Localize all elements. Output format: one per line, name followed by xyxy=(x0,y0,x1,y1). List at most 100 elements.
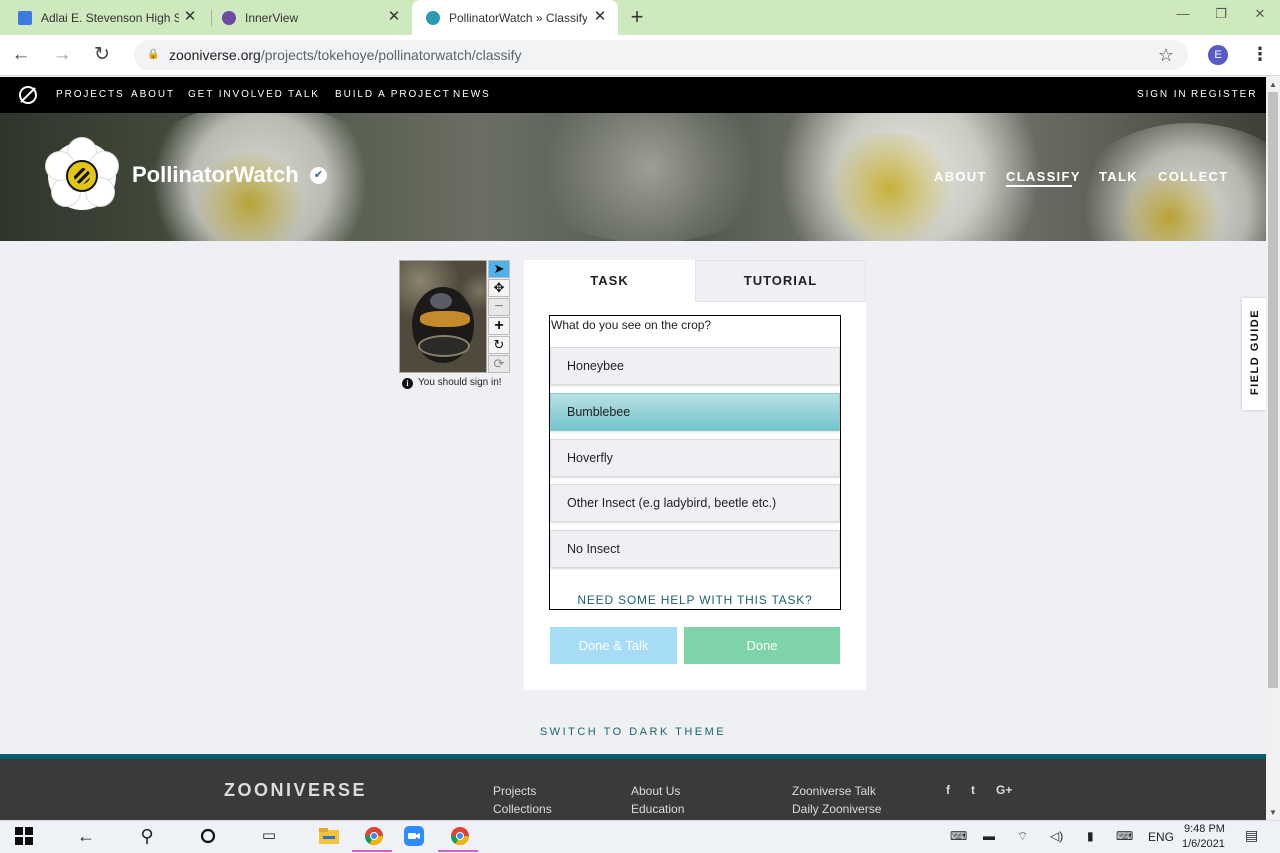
facebook-icon[interactable]: f xyxy=(946,783,950,797)
calendar-favicon-icon xyxy=(18,10,32,25)
scrollbar-thumb[interactable] xyxy=(1268,92,1278,688)
address-bar[interactable]: 🔒 zooniverse.org/projects/tokehoye/polli… xyxy=(134,40,1188,70)
profile-avatar[interactable]: E xyxy=(1208,45,1228,65)
battery-icon[interactable]: ▬ xyxy=(983,829,995,843)
scroll-up-icon[interactable]: ▲ xyxy=(1266,78,1280,92)
switch-dark-theme-link[interactable]: SWITCH TO DARK THEME xyxy=(0,726,1266,738)
answer-hoverfly[interactable]: Hoverfly xyxy=(550,439,840,477)
footer-link-about-us[interactable]: About Us xyxy=(631,784,680,798)
microphone-icon[interactable]: ▮ xyxy=(1087,829,1094,843)
close-window-button[interactable]: ✕ xyxy=(1245,4,1275,24)
answer-bumblebee[interactable]: Bumblebee xyxy=(550,393,840,431)
nav-news[interactable]: NEWS xyxy=(453,89,491,100)
zooniverse-favicon-icon xyxy=(426,10,440,25)
zooniverse-logo-icon[interactable] xyxy=(19,86,37,104)
project-nav-classify[interactable]: CLASSIFY xyxy=(1006,169,1081,184)
project-nav-talk[interactable]: TALK xyxy=(1099,169,1138,184)
done-button[interactable]: Done xyxy=(684,627,840,664)
task-view-icon[interactable]: ▭ xyxy=(257,822,281,850)
task-help-link[interactable]: NEED SOME HELP WITH THIS TASK? xyxy=(550,593,840,607)
move-tool-icon[interactable]: ✥ xyxy=(488,279,510,297)
sign-in-note-text: You should sign in! xyxy=(418,377,502,388)
footer-link-education[interactable]: Education xyxy=(631,802,684,816)
volume-icon[interactable]: ◁) xyxy=(1050,829,1063,843)
back-button[interactable]: ← xyxy=(9,44,33,66)
taskbar-back-icon[interactable]: ← xyxy=(74,822,98,850)
zoom-out-icon[interactable]: − xyxy=(488,298,510,316)
clock-time[interactable]: 9:48 PM xyxy=(1184,823,1225,835)
new-tab-button[interactable]: + xyxy=(627,6,647,28)
tab-title: Adlai E. Stevenson High School xyxy=(41,10,179,25)
rotate-icon[interactable]: ↻ xyxy=(488,336,510,354)
footer-logo[interactable]: ZOONIVERSE xyxy=(224,780,367,801)
tab-title: PollinatorWatch » Classify — Z xyxy=(449,10,587,25)
notifications-icon[interactable]: ▤ xyxy=(1245,827,1258,844)
field-guide-tab[interactable]: FIELD GUIDE xyxy=(1242,298,1266,410)
nav-build-a-project[interactable]: BUILD A PROJECT xyxy=(335,89,451,100)
zoom-in-icon[interactable]: + xyxy=(488,317,510,335)
sign-in-link[interactable]: SIGN IN xyxy=(1137,89,1188,100)
task-question: What do you see on the crop? xyxy=(551,318,712,332)
browser-tab-pollinatorwatch[interactable]: PollinatorWatch » Classify — Z ✕ xyxy=(412,0,618,35)
meet-now-icon[interactable]: ⌨ xyxy=(950,829,967,843)
bookmark-star-icon[interactable]: ☆ xyxy=(1158,46,1174,64)
scroll-down-icon[interactable]: ▼ xyxy=(1266,806,1280,820)
twitter-icon[interactable]: t xyxy=(971,783,975,797)
language-indicator[interactable]: ENG xyxy=(1148,830,1174,844)
close-tab-icon[interactable]: ✕ xyxy=(182,9,198,25)
answer-honeybee[interactable]: Honeybee xyxy=(550,347,840,385)
footer-link-daily[interactable]: Daily Zooniverse xyxy=(792,802,881,816)
footer-link-collections[interactable]: Collections xyxy=(493,802,552,816)
close-tab-icon[interactable]: ✕ xyxy=(592,9,608,25)
subject-image[interactable] xyxy=(399,260,487,373)
minimize-window-button[interactable]: — xyxy=(1168,4,1198,24)
nav-get-involved[interactable]: GET INVOLVED xyxy=(188,89,284,100)
clock-date[interactable]: 1/6/2021 xyxy=(1182,838,1225,850)
pointer-tool-icon[interactable]: ➤ xyxy=(488,260,510,278)
footer-link-talk[interactable]: Zooniverse Talk xyxy=(792,784,876,798)
project-avatar[interactable] xyxy=(46,138,118,210)
zoom-app-icon[interactable] xyxy=(402,822,426,850)
taskbar-search-icon[interactable]: ⚲ xyxy=(135,822,159,850)
project-nav-collect[interactable]: COLLECT xyxy=(1158,169,1228,184)
reset-view-icon[interactable]: ⟳ xyxy=(488,355,510,373)
project-title[interactable]: PollinatorWatch xyxy=(132,162,299,188)
reload-button[interactable]: ↻ xyxy=(90,44,114,66)
url-text[interactable]: zooniverse.org/projects/tokehoye/pollina… xyxy=(169,47,522,63)
register-link[interactable]: REGISTER xyxy=(1191,89,1257,100)
footer-link-projects[interactable]: Projects xyxy=(493,784,536,798)
chrome-taskbar-icon[interactable] xyxy=(358,822,390,850)
forward-button[interactable]: → xyxy=(50,44,74,66)
browser-tab-innerview[interactable]: InnerView ✕ xyxy=(208,0,412,35)
lock-icon: 🔒 xyxy=(147,49,160,60)
answer-no-insect[interactable]: No Insect xyxy=(550,530,840,568)
google-plus-icon[interactable]: G+ xyxy=(996,783,1012,797)
chrome-taskbar-icon-2[interactable] xyxy=(444,822,476,850)
wifi-icon[interactable]: ⌔ xyxy=(1017,829,1028,844)
nav-projects[interactable]: PROJECTS xyxy=(56,89,125,100)
restore-window-button[interactable]: ❐ xyxy=(1206,4,1236,24)
close-tab-icon[interactable]: ✕ xyxy=(386,9,402,25)
keyboard-icon[interactable]: ⌨ xyxy=(1116,829,1133,843)
tab-tutorial[interactable]: TUTORIAL xyxy=(695,260,866,302)
windows-start-icon[interactable] xyxy=(12,822,36,850)
browser-menu-icon[interactable]: ⋮ xyxy=(1251,44,1269,66)
file-explorer-icon[interactable] xyxy=(317,822,341,850)
nav-talk[interactable]: TALK xyxy=(288,89,320,100)
sign-in-note: i You should sign in! xyxy=(402,377,502,389)
nav-about[interactable]: ABOUT xyxy=(131,89,175,100)
done-and-talk-button[interactable]: Done & Talk xyxy=(550,627,677,664)
url-path: /projects/tokehoye/pollinatorwatch/class… xyxy=(260,47,522,63)
active-nav-underline xyxy=(1006,185,1072,187)
verified-badge-icon: ✔ xyxy=(310,167,327,184)
answer-other-insect[interactable]: Other Insect (e.g ladybird, beetle etc.) xyxy=(550,484,840,522)
tab-title: InnerView xyxy=(245,10,299,25)
project-nav-about[interactable]: ABOUT xyxy=(934,169,987,184)
info-icon: i xyxy=(402,378,413,389)
tab-task[interactable]: TASK xyxy=(524,260,695,302)
browser-tab-stevenson[interactable]: Adlai E. Stevenson High School ✕ xyxy=(4,0,208,35)
field-guide-label: FIELD GUIDE xyxy=(1249,308,1261,396)
url-host: zooniverse.org xyxy=(169,47,261,63)
cortana-icon[interactable] xyxy=(196,822,220,850)
innerview-favicon-icon xyxy=(222,10,236,25)
